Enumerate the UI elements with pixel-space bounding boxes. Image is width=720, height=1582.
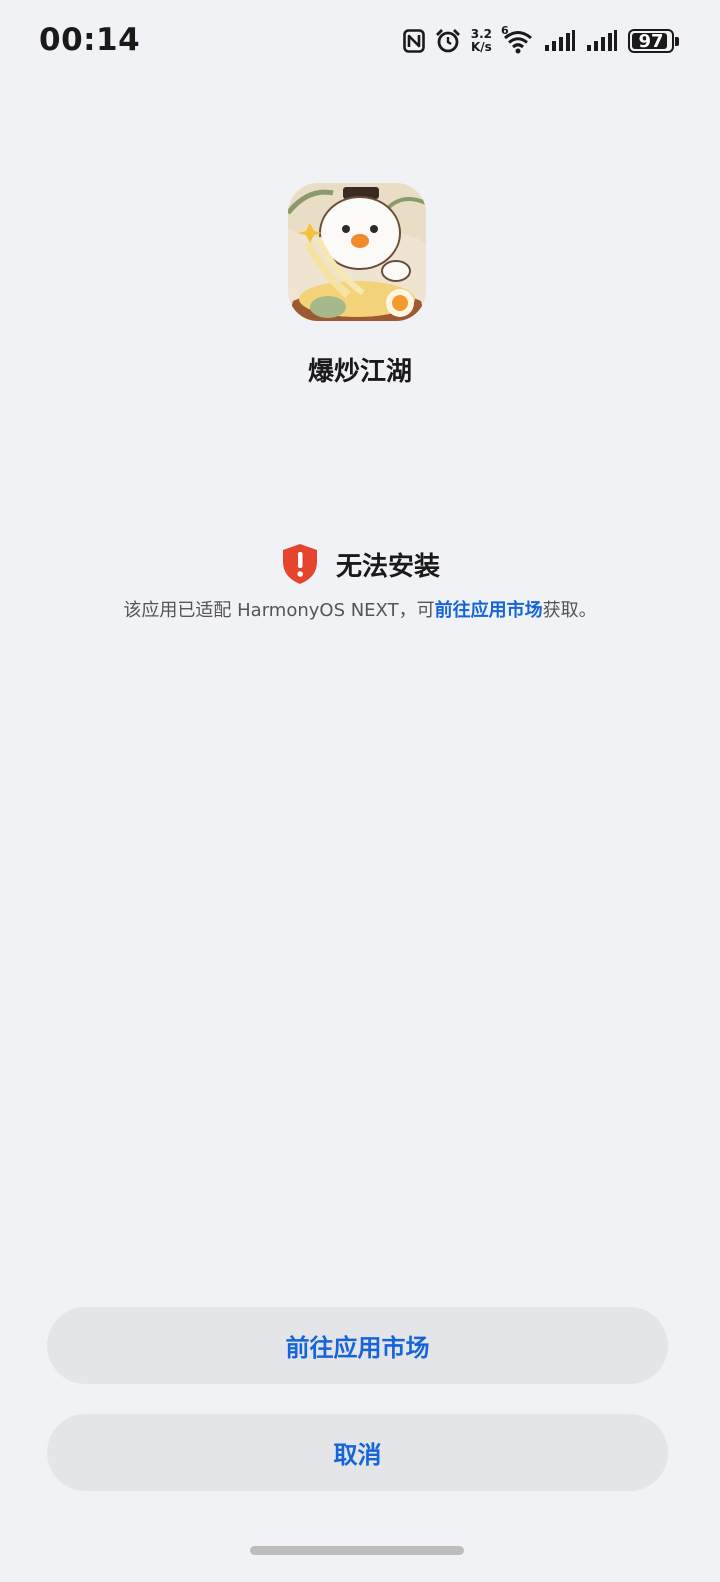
go-to-app-market-button[interactable]: 前往应用市场 xyxy=(47,1307,668,1384)
warning-title: 无法安装 xyxy=(335,551,440,582)
signal-icon xyxy=(544,30,576,52)
warning-header: 无法安装 xyxy=(0,542,720,586)
app-market-link[interactable]: 前往应用市场 xyxy=(435,600,543,621)
install-blocked-screen: 00:14 3.2 K/s 6 97 爆炒江湖 无法安装 该应用已适配 Harm… xyxy=(0,0,720,1582)
wifi-icon: 6 xyxy=(501,24,534,54)
wifi-badge: 6 xyxy=(501,24,509,37)
shield-alert-icon xyxy=(280,542,320,586)
network-speed-unit: K/s xyxy=(470,40,492,54)
battery-icon: 97 xyxy=(628,29,679,53)
warning-description: 该应用已适配 HarmonyOS NEXT，可前往应用市场获取。 xyxy=(0,596,720,622)
app-icon xyxy=(288,183,426,321)
status-bar: 00:14 3.2 K/s 6 97 xyxy=(0,0,720,80)
signal-icon xyxy=(586,30,618,52)
app-name: 爆炒江湖 xyxy=(307,357,412,387)
status-icons: 3.2 K/s 6 97 xyxy=(402,24,679,58)
cancel-button[interactable]: 取消 xyxy=(47,1414,668,1491)
network-speed: 3.2 K/s xyxy=(471,28,492,54)
nfc-icon xyxy=(402,29,425,53)
network-speed-value: 3.2 xyxy=(470,27,492,41)
warning-desc-prefix: 该应用已适配 HarmonyOS NEXT，可 xyxy=(123,600,435,621)
clock: 00:14 xyxy=(39,22,141,58)
home-indicator[interactable] xyxy=(250,1546,464,1555)
warning-desc-suffix: 获取。 xyxy=(542,600,597,621)
battery-level: 97 xyxy=(638,30,664,52)
alarm-icon xyxy=(435,28,461,54)
